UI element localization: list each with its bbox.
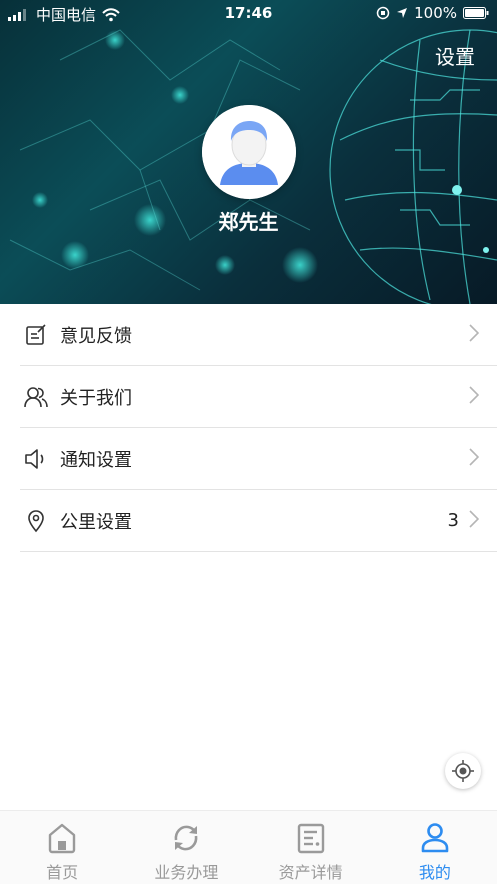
menu-item-label: 意见反馈 — [60, 325, 132, 347]
bottom-tab-bar: 首页 业务办理 资产详情 我的 — [0, 810, 497, 884]
speaker-icon — [22, 445, 50, 473]
tab-label: 我的 — [418, 863, 451, 882]
menu-item-label: 公里设置 — [60, 511, 132, 533]
users-icon — [22, 383, 50, 411]
feedback-icon — [22, 321, 50, 349]
avatar[interactable] — [202, 105, 296, 199]
location-pin-icon — [22, 507, 50, 535]
settings-menu: 意见反馈 关于我们 通知设置 公里设置 3 — [20, 304, 497, 552]
tab-home[interactable]: 首页 — [0, 811, 124, 884]
person-icon — [418, 821, 452, 855]
menu-item-feedback[interactable]: 意见反馈 — [20, 304, 497, 366]
location-arrow-icon — [397, 8, 408, 18]
battery-icon — [463, 7, 489, 19]
chevron-right-icon — [469, 510, 479, 528]
username: 郑先生 — [218, 210, 279, 234]
menu-item-distance-settings[interactable]: 公里设置 3 — [20, 490, 497, 552]
chevron-right-icon — [469, 448, 479, 466]
menu-item-label: 关于我们 — [60, 387, 132, 409]
distance-value: 3 — [447, 510, 459, 531]
refresh-icon — [169, 821, 203, 855]
home-icon — [45, 821, 79, 855]
default-avatar-icon — [202, 105, 296, 199]
tab-assets[interactable]: 资产详情 — [249, 811, 373, 884]
status-bar: 中国电信 17:46 100% — [0, 0, 497, 28]
menu-item-about[interactable]: 关于我们 — [20, 366, 497, 428]
profile-header: 中国电信 17:46 100% 设置 郑先生 — [0, 0, 497, 304]
orientation-lock-icon — [376, 6, 390, 20]
crosshair-icon — [452, 760, 474, 782]
tab-label: 首页 — [46, 863, 79, 882]
menu-item-label: 通知设置 — [60, 449, 132, 471]
menu-item-notification-settings[interactable]: 通知设置 — [20, 428, 497, 490]
locate-button[interactable] — [445, 753, 481, 789]
tab-label: 资产详情 — [278, 863, 343, 882]
chevron-right-icon — [469, 386, 479, 404]
settings-button[interactable]: 设置 — [435, 41, 475, 70]
tab-label: 业务办理 — [154, 863, 219, 882]
tab-business[interactable]: 业务办理 — [124, 811, 248, 884]
chevron-right-icon — [469, 324, 479, 342]
document-icon — [294, 821, 328, 855]
tab-mine[interactable]: 我的 — [373, 811, 497, 884]
battery-text: 100% — [414, 4, 457, 22]
